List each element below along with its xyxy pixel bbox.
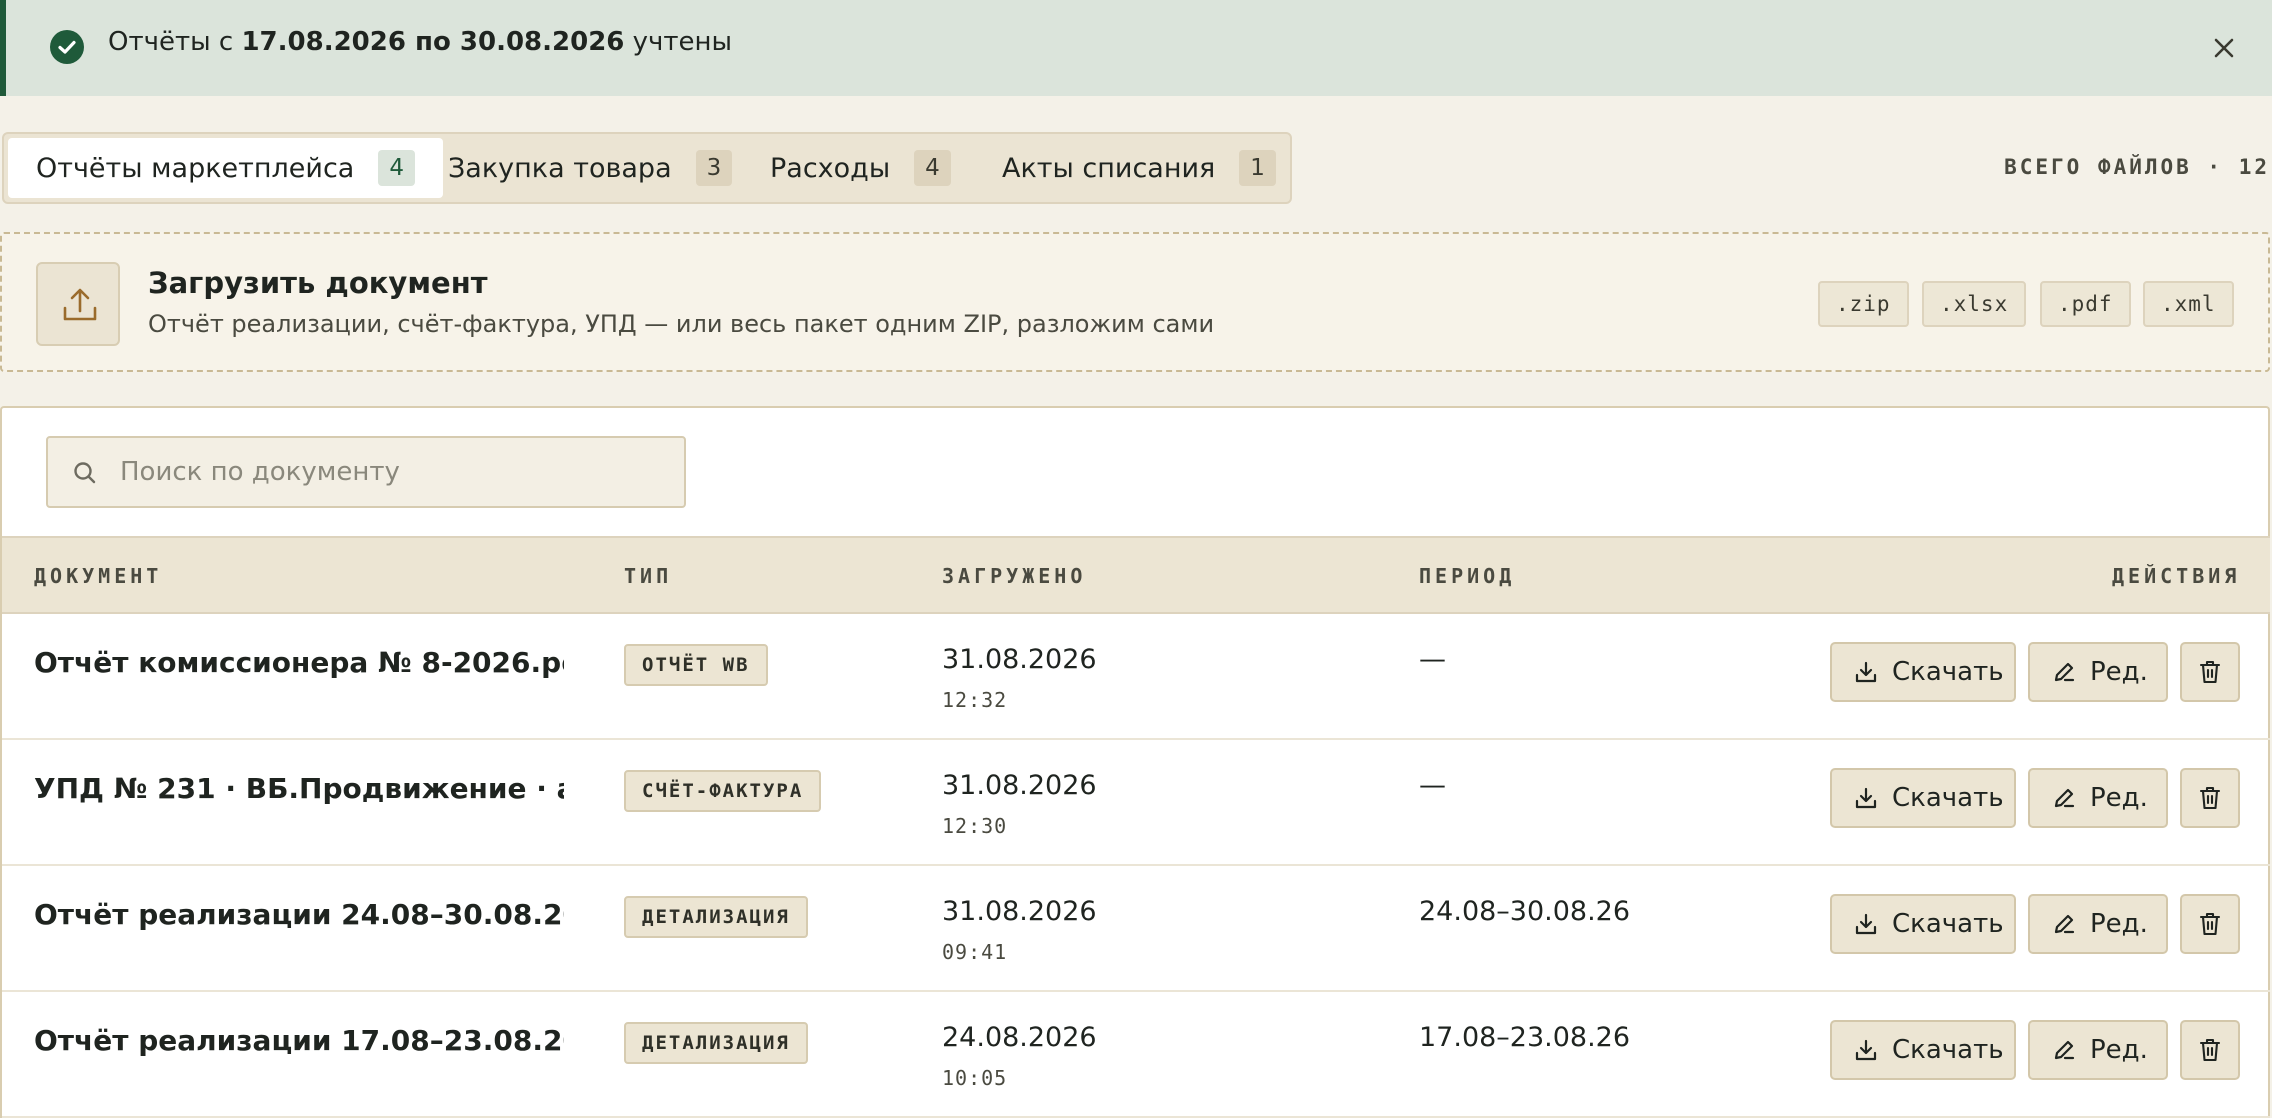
download-label: Скачать	[1892, 783, 2004, 813]
upload-date: 31.08.2026	[942, 896, 1097, 927]
check-circle-icon	[50, 30, 84, 64]
download-button[interactable]: Скачать	[1830, 894, 2016, 954]
tab-write-off-acts[interactable]: Акты списания 1	[974, 138, 1304, 198]
download-icon	[1855, 661, 1877, 683]
tab-label: Акты списания	[1002, 152, 1216, 184]
type-badge: СЧЁТ-ФАКТУРА	[624, 770, 822, 812]
delete-button[interactable]	[2180, 642, 2240, 702]
tab-label: Закупка товара	[448, 152, 672, 184]
edit-label: Ред.	[2090, 1035, 2148, 1065]
search-input[interactable]	[120, 450, 660, 494]
download-icon	[1855, 787, 1877, 809]
period: —	[1419, 770, 1446, 801]
success-alert: Отчёты с 17.08.2026 по 30.08.2026 учтены	[0, 0, 2272, 96]
upload-time: 12:30	[942, 814, 1008, 838]
document-name[interactable]: Отчёт комиссионера № 8-2026.pdf	[34, 646, 564, 679]
download-label: Скачать	[1892, 1035, 2004, 1065]
download-icon	[1855, 913, 1877, 935]
document-tabs: Отчёты маркетплейса 4 Закупка товара 3 Р…	[2, 132, 1292, 204]
download-button[interactable]: Скачать	[1830, 1020, 2016, 1080]
table-row: УПД № 231 · ВБ.Продвижение · август.pdf …	[2, 740, 2270, 866]
edit-label: Ред.	[2090, 657, 2148, 687]
pencil-icon	[2054, 1040, 2075, 1060]
upload-date: 31.08.2026	[942, 644, 1097, 675]
table-header: ДОКУМЕНТ ТИП ЗАГРУЖЕНО ПЕРИОД ДЕЙСТВИЯ	[2, 536, 2270, 614]
delete-button[interactable]	[2180, 894, 2240, 954]
column-header-period: ПЕРИОД	[1419, 564, 1516, 588]
edit-label: Ред.	[2090, 909, 2148, 939]
download-label: Скачать	[1892, 657, 2004, 687]
search-box	[46, 436, 686, 508]
pencil-icon	[2054, 662, 2075, 682]
type-badge: ДЕТАЛИЗАЦИЯ	[624, 1022, 808, 1064]
column-header-document: ДОКУМЕНТ	[34, 564, 163, 588]
edit-button[interactable]: Ред.	[2028, 642, 2168, 702]
format-badge-pdf: .pdf	[2040, 281, 2131, 327]
pencil-icon	[2054, 788, 2075, 808]
trash-icon	[2199, 660, 2221, 684]
upload-date: 31.08.2026	[942, 770, 1097, 801]
upload-dropzone[interactable]: Загрузить документ Отчёт реализации, счё…	[0, 232, 2270, 372]
delete-button[interactable]	[2180, 768, 2240, 828]
format-badge-xlsx: .xlsx	[1922, 281, 2027, 327]
table-row: Отчёт реализации 17.08–23.08.2026.xlsx Д…	[2, 992, 2270, 1118]
edit-button[interactable]: Ред.	[2028, 894, 2168, 954]
type-badge: ДЕТАЛИЗАЦИЯ	[624, 896, 808, 938]
search-icon	[74, 462, 96, 484]
tab-purchases[interactable]: Закупка товара 3	[420, 138, 760, 198]
format-badge-zip: .zip	[1818, 281, 1909, 327]
documents-panel: ДОКУМЕНТ ТИП ЗАГРУЖЕНО ПЕРИОД ДЕЙСТВИЯ О…	[0, 406, 2270, 1118]
tab-count-badge: 4	[378, 150, 415, 186]
pencil-icon	[2054, 914, 2075, 934]
upload-button[interactable]	[36, 262, 120, 346]
upload-time: 10:05	[942, 1066, 1008, 1090]
upload-time: 09:41	[942, 940, 1008, 964]
edit-button[interactable]: Ред.	[2028, 768, 2168, 828]
delete-button[interactable]	[2180, 1020, 2240, 1080]
type-badge: ОТЧЁТ WB	[624, 644, 768, 686]
tab-expenses[interactable]: Расходы 4	[742, 138, 979, 198]
period: 24.08–30.08.26	[1419, 896, 1631, 927]
table-row: Отчёт комиссионера № 8-2026.pdf ОТЧЁТ WB…	[2, 614, 2270, 740]
tab-count-badge: 3	[695, 150, 733, 186]
download-button[interactable]: Скачать	[1830, 642, 2016, 702]
upload-date: 24.08.2026	[942, 1022, 1097, 1053]
trash-icon	[2199, 912, 2221, 936]
total-files-count: ВСЕГО ФАЙЛОВ · 12	[2004, 155, 2270, 179]
document-name[interactable]: Отчёт реализации 17.08–23.08.2026.xlsx	[34, 1024, 564, 1057]
close-icon[interactable]	[2208, 32, 2240, 64]
tab-count-badge: 4	[914, 150, 951, 186]
alert-message: Отчёты с 17.08.2026 по 30.08.2026 учтены	[108, 27, 733, 57]
trash-icon	[2199, 786, 2221, 810]
document-name[interactable]: УПД № 231 · ВБ.Продвижение · август.pdf	[34, 772, 564, 805]
tab-label: Отчёты маркетплейса	[36, 152, 355, 184]
edit-button[interactable]: Ред.	[2028, 1020, 2168, 1080]
tab-marketplace-reports[interactable]: Отчёты маркетплейса 4	[8, 138, 443, 198]
column-header-uploaded: ЗАГРУЖЕНО	[942, 564, 1087, 588]
download-button[interactable]: Скачать	[1830, 768, 2016, 828]
period: 17.08–23.08.26	[1419, 1022, 1631, 1053]
tab-count-badge: 1	[1239, 150, 1276, 186]
format-badge-xml: .xml	[2143, 281, 2234, 327]
download-icon	[1855, 1039, 1877, 1061]
upload-title: Загрузить документ	[148, 266, 488, 300]
upload-subtitle: Отчёт реализации, счёт-фактура, УПД — ил…	[148, 310, 1215, 338]
tab-label: Расходы	[770, 152, 891, 184]
period: —	[1419, 644, 1446, 675]
document-name[interactable]: Отчёт реализации 24.08–30.08.2026.xlsx	[34, 898, 564, 931]
upload-time: 12:32	[942, 688, 1008, 712]
download-label: Скачать	[1892, 909, 2004, 939]
trash-icon	[2199, 1038, 2221, 1062]
column-header-actions: ДЕЙСТВИЯ	[2112, 564, 2241, 588]
upload-icon	[63, 288, 97, 321]
table-row: Отчёт реализации 24.08–30.08.2026.xlsx Д…	[2, 866, 2270, 992]
edit-label: Ред.	[2090, 783, 2148, 813]
column-header-type: ТИП	[624, 564, 673, 588]
